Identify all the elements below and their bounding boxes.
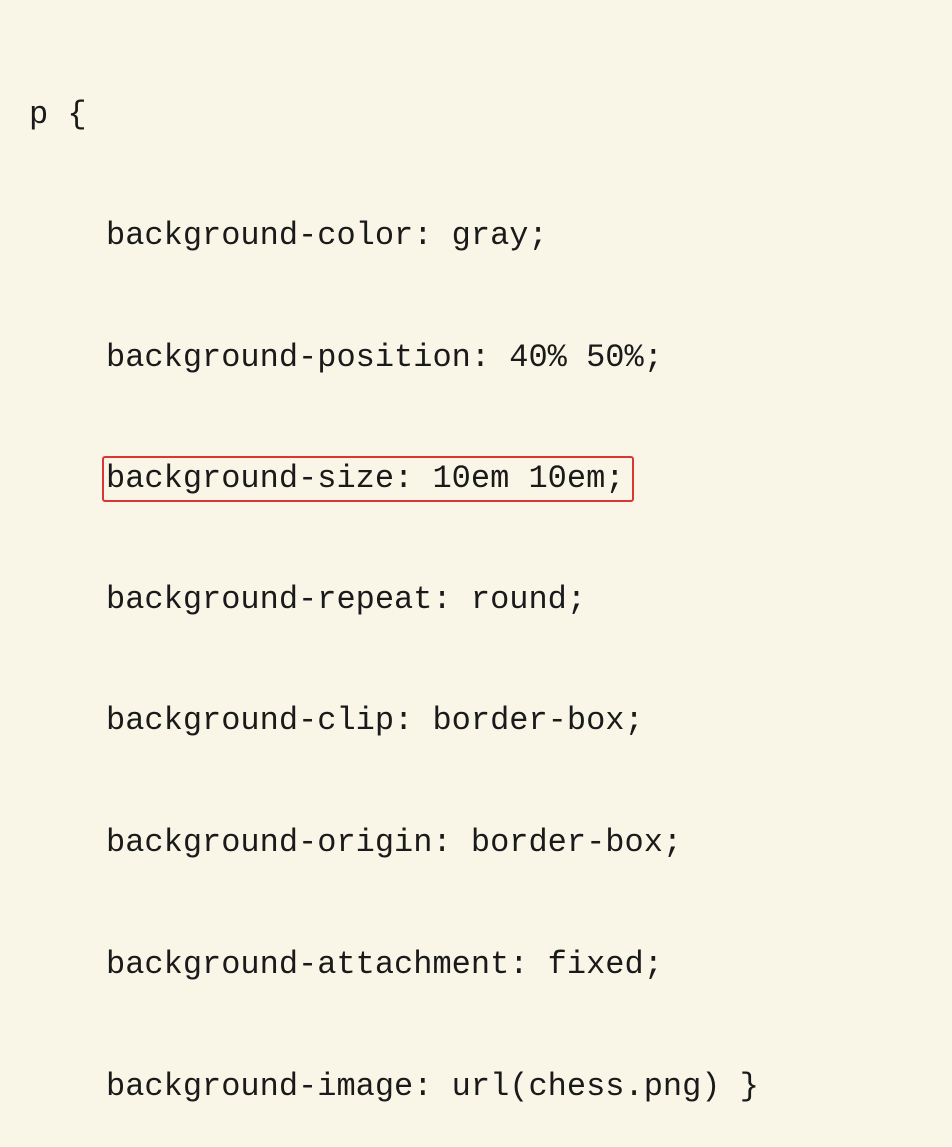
css-selector-line: p { bbox=[20, 98, 932, 132]
css-declaration-line: background-attachment: fixed; bbox=[20, 948, 932, 982]
css-highlighted-line: background-size: 10em 10em; bbox=[102, 456, 634, 502]
css-declaration-line: background-image: url(chess.png) } bbox=[20, 1070, 932, 1104]
css-declaration-line: background-color: gray; bbox=[20, 219, 932, 253]
css-declaration-line: background-origin: border-box; bbox=[20, 826, 932, 860]
css-declaration-line: background-position: 40% 50%; bbox=[20, 341, 932, 375]
css-declaration-line: background-repeat: round; bbox=[20, 583, 932, 617]
css-code-block: p { background-color: gray; background-p… bbox=[20, 20, 932, 1147]
css-declaration-line: background-clip: border-box; bbox=[20, 704, 932, 738]
